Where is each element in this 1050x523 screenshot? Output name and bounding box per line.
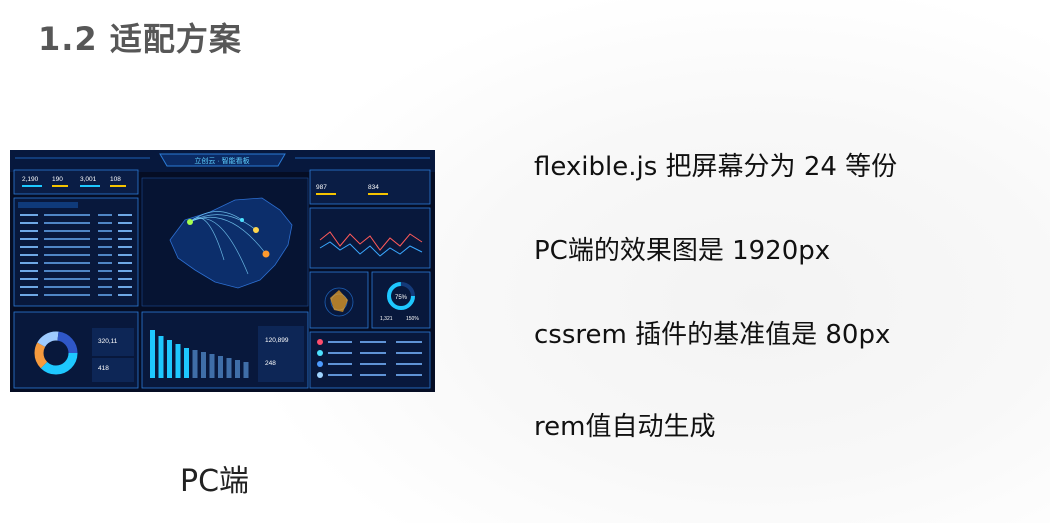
table-row-cell xyxy=(98,254,112,256)
table-row-cell xyxy=(118,278,132,280)
table-row-cell xyxy=(118,214,132,216)
table-row-cell xyxy=(118,238,132,240)
list-cell xyxy=(396,363,422,365)
gauge-value-2: 150% xyxy=(406,316,419,322)
table-row-cell xyxy=(118,294,132,296)
list-cell xyxy=(360,352,386,354)
stat-right-2: 834 xyxy=(368,184,379,191)
list-cell xyxy=(396,352,422,354)
bar-mark xyxy=(175,344,181,378)
stat-2: 190 xyxy=(52,176,63,183)
bar-mark xyxy=(158,336,164,378)
table-row-cell xyxy=(20,294,38,296)
list-cell xyxy=(328,374,352,376)
table-row-cell xyxy=(44,230,90,232)
bar-value-2: 248 xyxy=(265,360,276,367)
table-row-cell xyxy=(98,262,112,264)
table-row-cell xyxy=(98,230,112,232)
bar-mark xyxy=(218,356,223,378)
bullet-design-width: PC端的效果图是 1920px xyxy=(534,236,831,266)
table-row-cell xyxy=(98,286,112,288)
list-icon xyxy=(317,350,323,356)
bullet-flexible: flexible.js 把屏幕分为 24 等份 xyxy=(534,152,898,182)
list-cell xyxy=(360,363,386,365)
list-cell xyxy=(328,363,352,365)
table-row-cell xyxy=(44,214,90,216)
table-row-cell xyxy=(118,262,132,264)
stat-right-1: 987 xyxy=(316,184,327,191)
list-cell xyxy=(396,341,422,343)
table-row-cell xyxy=(98,214,112,216)
table-row-cell xyxy=(118,254,132,256)
bar-mark xyxy=(235,360,240,378)
table-row-cell xyxy=(44,286,90,288)
table-row-cell xyxy=(44,238,90,240)
table-row-cell xyxy=(98,278,112,280)
table-row-cell xyxy=(98,270,112,272)
pc-caption: PC端 xyxy=(180,464,250,499)
table-row-cell xyxy=(118,246,132,248)
list-icon xyxy=(317,361,323,367)
table-row-cell xyxy=(20,270,38,272)
table-row-cell xyxy=(44,294,90,296)
bar-mark xyxy=(184,348,189,378)
bar-mark xyxy=(150,330,155,378)
list-cell xyxy=(396,374,422,376)
list-cell xyxy=(360,341,386,343)
table-row-cell xyxy=(44,262,90,264)
list-icon xyxy=(317,372,323,378)
list-icon xyxy=(317,339,323,345)
table-row-cell xyxy=(20,246,38,248)
table-row-cell xyxy=(44,270,90,272)
bar-mark xyxy=(201,352,206,378)
bullet-cssrem-base: cssrem 插件的基准值是 80px xyxy=(534,320,891,350)
table-row-cell xyxy=(98,294,112,296)
bar-mark xyxy=(243,362,249,378)
table-row-cell xyxy=(118,222,132,224)
table-row-cell xyxy=(98,246,112,248)
table-row-cell xyxy=(118,270,132,272)
table-row-cell xyxy=(44,222,90,224)
dashboard-header: 立创云 · 智能看板 xyxy=(194,156,249,165)
list-cell xyxy=(328,341,352,343)
table-row-cell xyxy=(20,238,38,240)
donut-value-1: 320,11 xyxy=(98,338,118,345)
dashboard-graphic: 立创云 · 智能看板 2,190 190 3,001 108 320,11 41… xyxy=(10,150,435,389)
dashboard-screenshot: 立创云 · 智能看板 2,190 190 3,001 108 320,11 41… xyxy=(10,150,435,392)
table-row-cell xyxy=(20,254,38,256)
table-row-cell xyxy=(118,230,132,232)
list-cell xyxy=(360,374,386,376)
bullet-rem-auto: rem值自动生成 xyxy=(534,412,716,442)
table-row-cell xyxy=(20,214,38,216)
list-cell xyxy=(328,352,352,354)
bar-mark xyxy=(209,354,215,378)
bar-mark xyxy=(167,340,172,378)
table-row-cell xyxy=(98,238,112,240)
table-row-cell xyxy=(44,278,90,280)
table-row-cell xyxy=(44,254,90,256)
gauge-value-1: 1,321 xyxy=(380,316,393,322)
table-row-cell xyxy=(20,222,38,224)
donut-value-2: 418 xyxy=(98,365,109,372)
table-row-cell xyxy=(20,230,38,232)
stat-4: 108 xyxy=(110,176,121,183)
gauge-percent: 75% xyxy=(395,295,408,301)
slide-title: 1.2 适配方案 xyxy=(38,20,242,58)
bar-mark xyxy=(226,358,232,378)
stat-3: 3,001 xyxy=(80,176,97,183)
bar-value-1: 120,899 xyxy=(265,337,289,344)
stat-1: 2,190 xyxy=(22,176,39,183)
table-row-cell xyxy=(20,286,38,288)
table-row-cell xyxy=(20,262,38,264)
table-row-cell xyxy=(98,222,112,224)
table-row-cell xyxy=(20,278,38,280)
bar-mark xyxy=(192,350,198,378)
table-row-cell xyxy=(44,246,90,248)
table-row-cell xyxy=(118,286,132,288)
